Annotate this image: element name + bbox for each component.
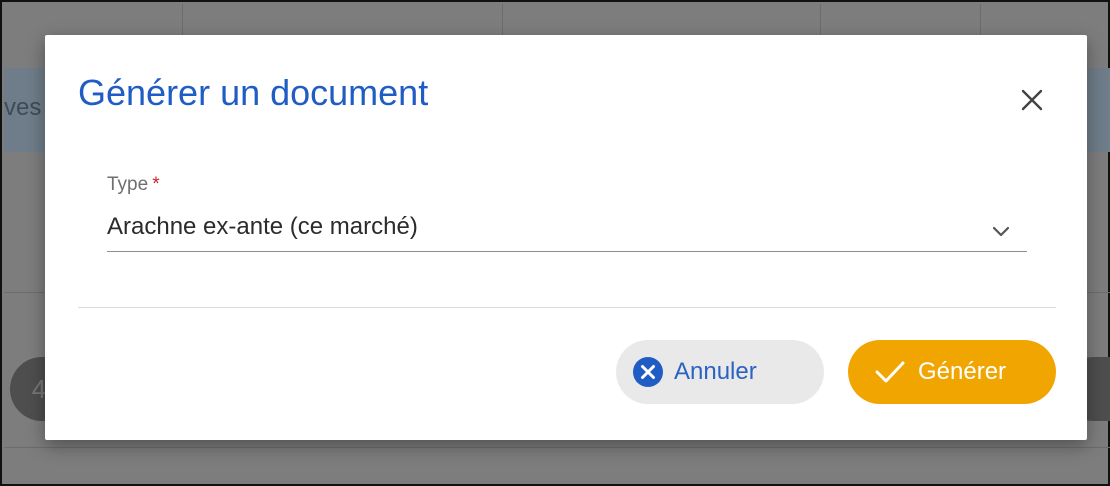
cancel-button-label: Annuler <box>674 358 757 385</box>
background-row-divider <box>4 447 1110 448</box>
background-text: ves <box>4 94 42 121</box>
type-select-value: Arachne ex-ante (ce marché) <box>107 213 418 240</box>
generate-button-label: Générer <box>918 358 1007 385</box>
chevron-down-icon <box>987 219 1015 243</box>
background-column-divider <box>980 4 981 38</box>
background-column-divider <box>182 4 183 38</box>
background-column-divider <box>820 4 821 38</box>
dialog-divider <box>78 307 1056 308</box>
generate-button[interactable]: Générer <box>848 340 1056 404</box>
cancel-circle-icon <box>632 356 664 388</box>
cancel-button[interactable]: Annuler <box>616 340 824 404</box>
required-indicator: * <box>152 174 160 195</box>
type-select[interactable]: Arachne ex-ante (ce marché) <box>107 207 1027 252</box>
generate-document-dialog: Générer un document Type * Arachne ex-ant… <box>45 35 1087 440</box>
check-icon <box>874 359 906 385</box>
close-button[interactable] <box>1011 79 1053 121</box>
close-icon <box>1020 88 1044 112</box>
background-column-divider <box>502 4 503 38</box>
type-field-label: Type * <box>107 174 160 196</box>
dialog-title: Générer un document <box>78 72 429 113</box>
type-label-text: Type <box>107 174 149 195</box>
